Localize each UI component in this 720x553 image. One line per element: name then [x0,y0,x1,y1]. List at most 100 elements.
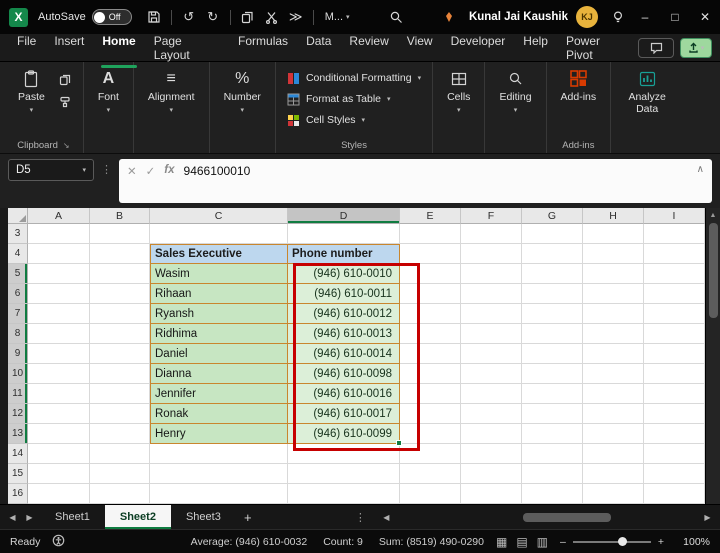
hscroll-right-icon[interactable]: ▶ [699,513,716,522]
cell-D10[interactable]: (946) 610-0098 [288,364,400,384]
cell-C6[interactable]: Rihaan [150,284,288,304]
insert-function-icon[interactable]: fx [164,164,174,176]
cell-B14[interactable] [90,444,150,464]
cell-I4[interactable] [644,244,705,264]
row-header-7[interactable]: 7 [8,304,28,324]
cell-E13[interactable] [400,424,461,444]
cell-F6[interactable] [461,284,522,304]
cell-H11[interactable] [583,384,644,404]
cell-H13[interactable] [583,424,644,444]
undo-icon[interactable]: ↺ [177,5,201,29]
cell-I14[interactable] [644,444,705,464]
menu-data[interactable]: Data [297,28,340,68]
column-header-D[interactable]: D [288,208,400,224]
cell-G4[interactable] [522,244,583,264]
cell-I7[interactable] [644,304,705,324]
cell-H15[interactable] [583,464,644,484]
column-header-B[interactable]: B [90,208,150,224]
cell-D9[interactable]: (946) 610-0014 [288,344,400,364]
cancel-icon[interactable]: ✕ [127,164,137,178]
column-header-C[interactable]: C [150,208,288,224]
horizontal-scroll-thumb[interactable] [523,513,611,522]
cell-D15[interactable] [288,464,400,484]
column-header-F[interactable]: F [461,208,522,224]
zoom-knob[interactable] [618,537,627,546]
sheet-tab-sheet1[interactable]: Sheet1 [40,505,105,529]
cell-F9[interactable] [461,344,522,364]
cell-C15[interactable] [150,464,288,484]
cell-H14[interactable] [583,444,644,464]
row-header-15[interactable]: 15 [8,464,28,484]
zoom-out-icon[interactable]: – [560,536,566,548]
cell-I11[interactable] [644,384,705,404]
cell-G13[interactable] [522,424,583,444]
cell-F15[interactable] [461,464,522,484]
cell-D14[interactable] [288,444,400,464]
cell-A10[interactable] [28,364,90,384]
row-header-10[interactable]: 10 [8,364,28,384]
column-header-I[interactable]: I [644,208,705,224]
cell-C5[interactable]: Wasim [150,264,288,284]
cell-B16[interactable] [90,484,150,504]
cell-F4[interactable] [461,244,522,264]
cell-E7[interactable] [400,304,461,324]
cell-G7[interactable] [522,304,583,324]
cell-F8[interactable] [461,324,522,344]
cell-C7[interactable]: Ryansh [150,304,288,324]
excel-logo-icon[interactable]: X [9,8,28,27]
autosave-switch[interactable]: Off [92,9,132,25]
addins-button[interactable]: Add-ins [554,65,604,103]
menu-view[interactable]: View [398,28,442,68]
cell-B8[interactable] [90,324,150,344]
copy-small-icon[interactable] [54,71,76,88]
cell-G3[interactable] [522,224,583,244]
cell-E5[interactable] [400,264,461,284]
cell-E10[interactable] [400,364,461,384]
add-sheet-button[interactable]: + [236,510,260,525]
select-all-corner[interactable] [8,208,28,224]
cell-E12[interactable] [400,404,461,424]
autosave-toggle[interactable]: AutoSave Off [38,9,132,25]
cell-G16[interactable] [522,484,583,504]
cell-F12[interactable] [461,404,522,424]
cell-B10[interactable] [90,364,150,384]
cell-E16[interactable] [400,484,461,504]
number-button[interactable]: % Number ▾ [217,65,268,114]
cell-E9[interactable] [400,344,461,364]
cell-E3[interactable] [400,224,461,244]
normal-view-icon[interactable]: ▦ [496,535,507,549]
horizontal-scrollbar[interactable]: ◀ ▶ [378,505,720,529]
cell-H12[interactable] [583,404,644,424]
overflow-icon[interactable]: ≫ [284,5,308,29]
sheet-tab-sheet2[interactable]: Sheet2 [105,505,171,529]
row-header-8[interactable]: 8 [8,324,28,344]
cell-C13[interactable]: Henry [150,424,288,444]
fill-handle[interactable] [396,440,402,446]
cell-G5[interactable] [522,264,583,284]
cell-I3[interactable] [644,224,705,244]
cell-G15[interactable] [522,464,583,484]
avatar[interactable]: KJ [576,6,598,28]
cell-F5[interactable] [461,264,522,284]
cell-G10[interactable] [522,364,583,384]
cell-F10[interactable] [461,364,522,384]
cell-G11[interactable] [522,384,583,404]
vertical-scroll-thumb[interactable] [709,223,718,318]
cell-I5[interactable] [644,264,705,284]
row-header-13[interactable]: 13 [8,424,28,444]
comments-button[interactable] [638,38,674,58]
column-header-E[interactable]: E [400,208,461,224]
cell-D16[interactable] [288,484,400,504]
alignment-button[interactable]: ≡ Alignment ▾ [141,65,202,114]
cell-B13[interactable] [90,424,150,444]
row-header-5[interactable]: 5 [8,264,28,284]
menu-formulas[interactable]: Formulas [229,28,297,68]
horizontal-scroll-track[interactable] [395,505,699,529]
zoom-level[interactable]: 100% [676,536,710,548]
page-break-view-icon[interactable]: ▥ [537,535,548,549]
cell-C9[interactable]: Daniel [150,344,288,364]
cell-B3[interactable] [90,224,150,244]
name-box[interactable]: D5 ▾ [8,159,94,181]
maximize-button[interactable]: □ [660,0,690,34]
cell-C3[interactable] [150,224,288,244]
